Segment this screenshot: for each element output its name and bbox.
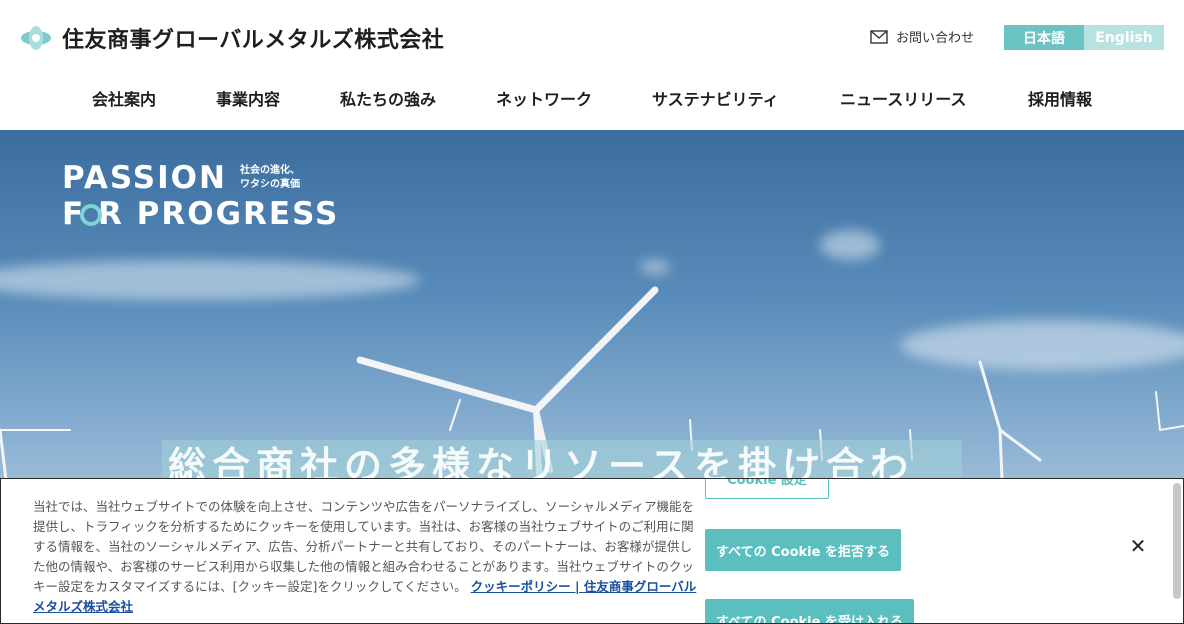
close-icon[interactable]: ✕ — [1127, 535, 1149, 557]
passion-ring-icon — [80, 204, 102, 226]
nav-item-careers[interactable]: 採用情報 — [1028, 86, 1092, 110]
passion-sub-line-2: ワタシの真価 — [240, 179, 300, 190]
reject-all-cookies-button[interactable]: すべての Cookie を拒否する — [705, 529, 901, 571]
nav-item-company[interactable]: 会社案内 — [92, 86, 156, 110]
company-name: 住友商事グローバルメタルズ株式会社 — [62, 28, 445, 53]
cookie-settings-button[interactable]: Cookie 設定 — [705, 479, 829, 499]
cookie-scrollbar[interactable] — [1173, 483, 1181, 599]
cookie-message: 当社では、当社ウェブサイトでの体験を向上させ、コンテンツや広告をパーソナライズし… — [33, 497, 701, 617]
lang-english-button[interactable]: English — [1084, 25, 1164, 50]
passion-for-progress-logo: PASSION F R PROGRESS 社会の進化、 ワタシの真価 — [62, 160, 339, 232]
passion-line-2: F R PROGRESS — [62, 196, 340, 232]
lang-japanese-button[interactable]: 日本語 — [1004, 25, 1084, 50]
language-switcher: 日本語 English — [1004, 25, 1164, 50]
nav-item-network[interactable]: ネットワーク — [496, 86, 592, 110]
cookie-consent-banner: 当社では、当社ウェブサイトでの体験を向上させ、コンテンツや広告をパーソナライズし… — [0, 478, 1184, 624]
mail-icon — [870, 29, 888, 44]
nav-item-sustainability[interactable]: サステナビリティ — [652, 86, 779, 110]
passion-subtitle: 社会の進化、 ワタシの真価 — [204, 164, 300, 192]
site-header: 住友商事グローバルメタルズ株式会社 お問い合わせ 日本語 English 会社案… — [0, 0, 1184, 130]
main-nav: 会社案内 事業内容 私たちの強み ネットワーク サステナビリティ ニュースリリー… — [0, 84, 1184, 112]
nav-item-business[interactable]: 事業内容 — [216, 86, 280, 110]
accept-all-cookies-button[interactable]: すべての Cookie を受け入れる — [705, 599, 914, 623]
contact-link[interactable]: お問い合わせ — [870, 27, 974, 46]
logo-mark-icon — [21, 26, 51, 50]
passion-sub-line-1: 社会の進化、 — [240, 165, 300, 176]
company-logo[interactable]: 住友商事グローバルメタルズ株式会社 — [20, 22, 444, 54]
nav-item-news[interactable]: ニュースリリース — [840, 86, 966, 110]
hero-tagline: 総合商社の多様なリソースを掛け合わ — [162, 440, 962, 480]
contact-label: お問い合わせ — [896, 31, 975, 46]
nav-item-strengths[interactable]: 私たちの強み — [340, 86, 436, 110]
